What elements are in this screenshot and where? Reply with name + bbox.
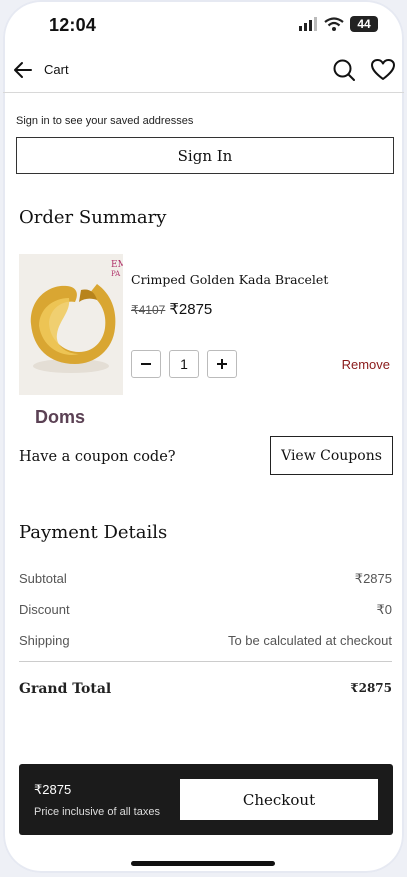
sale-price: ₹2875	[169, 301, 213, 318]
grand-total-label: Grand Total	[19, 681, 112, 697]
sign-in-button[interactable]: Sign In	[16, 137, 394, 174]
minus-icon	[141, 363, 151, 365]
quantity-stepper: 1	[131, 350, 237, 378]
status-bar: 12:04 44	[3, 0, 404, 48]
tax-note: Price inclusive of all taxes	[34, 806, 160, 818]
wifi-icon	[324, 17, 344, 31]
signin-note: Sign in to see your saved addresses	[16, 115, 194, 127]
plus-icon	[217, 359, 227, 369]
phone-screen: 12:04 44 Cart Sign in to see your saved …	[3, 0, 404, 873]
status-icons: 44	[298, 16, 378, 32]
app-header: Cart	[3, 48, 404, 93]
discount-label: Discount	[19, 602, 70, 617]
subtotal-value: ₹2875	[354, 571, 392, 586]
battery-level: 44	[357, 17, 371, 31]
product-image[interactable]: EM PA	[19, 254, 123, 395]
grand-total-row: Grand Total ₹2875	[19, 681, 392, 697]
order-summary-title: Order Summary	[19, 207, 167, 228]
shipping-row: Shipping To be calculated at checkout	[19, 633, 392, 648]
bracelet-image: EM PA	[19, 254, 123, 395]
decrease-quantity-button[interactable]	[131, 350, 161, 378]
product-name[interactable]: Crimped Golden Kada Bracelet	[131, 272, 328, 287]
svg-text:PA: PA	[111, 270, 121, 278]
grand-total-value: ₹2875	[350, 681, 392, 695]
price-row: ₹4107 ₹2875	[131, 300, 212, 318]
status-time: 12:04	[49, 15, 97, 35]
home-indicator[interactable]	[131, 861, 275, 866]
view-coupons-button[interactable]: View Coupons	[270, 436, 393, 475]
shipping-value: To be calculated at checkout	[227, 633, 392, 648]
discount-value: ₹0	[376, 602, 392, 617]
shipping-label: Shipping	[19, 633, 70, 648]
signal-icon	[299, 17, 317, 31]
checkout-bar: ₹2875 Price inclusive of all taxes Check…	[19, 764, 393, 835]
remove-item-button[interactable]: Remove	[342, 357, 390, 372]
payment-details-title: Payment Details	[19, 522, 168, 543]
original-price: ₹4107	[131, 303, 166, 317]
checkout-button[interactable]: Checkout	[180, 779, 378, 820]
battery-icon: 44	[350, 16, 378, 32]
checkout-price: ₹2875	[34, 782, 72, 797]
discount-row: Discount ₹0	[19, 602, 392, 618]
svg-text:EM: EM	[111, 260, 123, 270]
divider	[19, 661, 392, 662]
arrow-left-icon[interactable]	[13, 60, 33, 80]
quantity-value[interactable]: 1	[169, 350, 199, 378]
coupon-question: Have a coupon code?	[19, 449, 176, 465]
subtotal-row: Subtotal ₹2875	[19, 571, 392, 587]
increase-quantity-button[interactable]	[207, 350, 237, 378]
search-icon[interactable]	[332, 58, 356, 82]
heart-icon[interactable]	[370, 58, 396, 82]
page-title: Cart	[44, 62, 69, 77]
subtotal-label: Subtotal	[19, 571, 67, 586]
brand-name: Doms	[35, 407, 86, 427]
